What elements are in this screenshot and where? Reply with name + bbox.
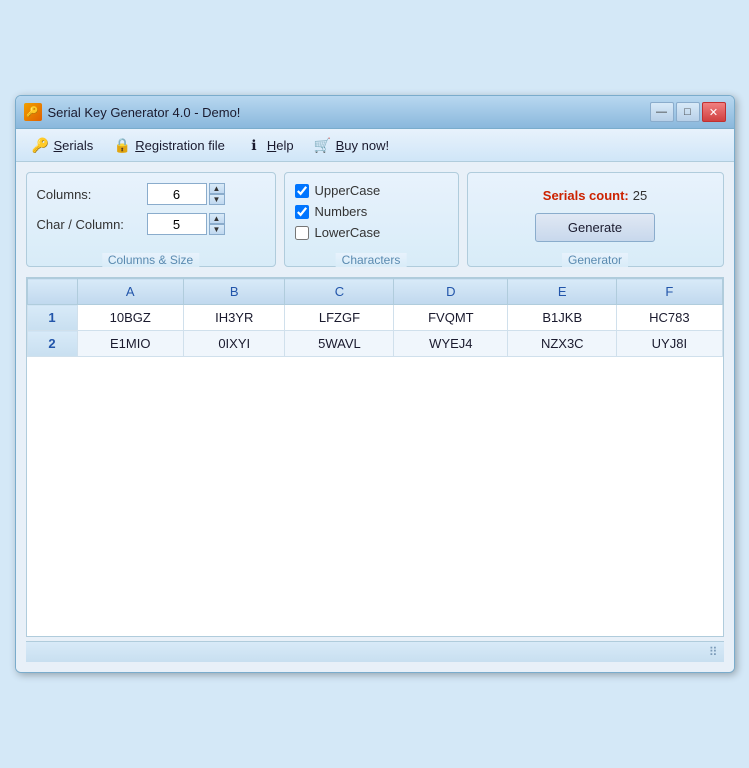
table-cell-c: 5WAVL [285, 331, 394, 357]
title-bar-left: 🔑 Serial Key Generator 4.0 - Demo! [24, 103, 241, 121]
table-header-row: A B C D E F [27, 279, 722, 305]
lowercase-row: LowerCase [295, 225, 448, 240]
columns-spin: ▲ ▼ [209, 183, 225, 205]
characters-panel-title: Characters [336, 253, 407, 267]
serials-table: A B C D E F 1 10BGZ IH3YR LFZGF FVQMT B1… [27, 278, 723, 357]
table-cell-a: 10BGZ [77, 305, 183, 331]
char-column-input[interactable] [147, 213, 207, 235]
serials-count-label: Serials count: [543, 188, 629, 203]
menu-serials-label: Serials [54, 138, 94, 153]
menu-buy-now-label: Buy now! [336, 138, 389, 153]
table-header-d: D [394, 279, 508, 305]
menu-item-buy-now[interactable]: 🛒 Buy now! [306, 133, 397, 157]
char-column-spin: ▲ ▼ [209, 213, 225, 235]
char-column-spin-up[interactable]: ▲ [209, 213, 225, 224]
generate-button[interactable]: Generate [535, 213, 655, 242]
serials-table-container: A B C D E F 1 10BGZ IH3YR LFZGF FVQMT B1… [26, 277, 724, 637]
resize-grip: ⠿ [709, 645, 718, 659]
table-header-e: E [508, 279, 617, 305]
table-cell-d: WYEJ4 [394, 331, 508, 357]
table-header-c: C [285, 279, 394, 305]
columns-spin-up[interactable]: ▲ [209, 183, 225, 194]
table-cell-f: UYJ8I [617, 331, 722, 357]
window-title: Serial Key Generator 4.0 - Demo! [48, 105, 241, 120]
serials-count-value: 25 [633, 188, 647, 203]
status-bar: ⠿ [26, 641, 724, 662]
table-row: 2 E1MIO 0IXYI 5WAVL WYEJ4 NZX3C UYJ8I [27, 331, 722, 357]
minimize-button[interactable]: — [650, 102, 674, 122]
uppercase-row: UpperCase [295, 183, 448, 198]
menu-help-label: Help [267, 138, 294, 153]
menu-bar: 🔑 Serials 🔒 Registration file ℹ Help 🛒 B… [16, 129, 734, 162]
table-header-f: F [617, 279, 722, 305]
table-cell-b: IH3YR [183, 305, 285, 331]
title-buttons: — □ ✕ [650, 102, 726, 122]
columns-input-group: ▲ ▼ [147, 183, 225, 205]
app-icon: 🔑 [24, 103, 42, 121]
generator-panel-title: Generator [562, 253, 628, 267]
serials-icon: 🔑 [32, 136, 50, 154]
uppercase-checkbox[interactable] [295, 184, 309, 198]
maximize-button[interactable]: □ [676, 102, 700, 122]
columns-field-row: Columns: ▲ ▼ [37, 183, 265, 205]
numbers-row: Numbers [295, 204, 448, 219]
columns-input[interactable] [147, 183, 207, 205]
table-header-rownum [27, 279, 77, 305]
columns-size-panel-title: Columns & Size [102, 253, 199, 267]
uppercase-label: UpperCase [315, 183, 381, 198]
char-column-input-group: ▲ ▼ [147, 213, 225, 235]
columns-size-panel: Columns: ▲ ▼ Char / Column: ▲ [26, 172, 276, 267]
table-cell-a: E1MIO [77, 331, 183, 357]
table-header-b: B [183, 279, 285, 305]
registration-file-icon: 🔒 [113, 136, 131, 154]
columns-label: Columns: [37, 187, 147, 202]
table-cell-rownum: 1 [27, 305, 77, 331]
menu-item-registration-file[interactable]: 🔒 Registration file [105, 133, 233, 157]
panels-row: Columns: ▲ ▼ Char / Column: ▲ [26, 172, 724, 267]
lowercase-label: LowerCase [315, 225, 381, 240]
characters-panel: UpperCase Numbers LowerCase Characters [284, 172, 459, 267]
menu-item-help[interactable]: ℹ Help [237, 133, 302, 157]
menu-registration-label: Registration file [135, 138, 225, 153]
generator-panel: Serials count: 25 Generate Generator [467, 172, 724, 267]
table-row: 1 10BGZ IH3YR LFZGF FVQMT B1JKB HC783 [27, 305, 722, 331]
columns-spin-down[interactable]: ▼ [209, 194, 225, 205]
table-cell-d: FVQMT [394, 305, 508, 331]
menu-item-serials[interactable]: 🔑 Serials [24, 133, 102, 157]
char-column-label: Char / Column: [37, 217, 147, 232]
table-header-a: A [77, 279, 183, 305]
table-cell-c: LFZGF [285, 305, 394, 331]
char-column-field-row: Char / Column: ▲ ▼ [37, 213, 265, 235]
lowercase-checkbox[interactable] [295, 226, 309, 240]
serials-count-row: Serials count: 25 [543, 188, 647, 203]
table-cell-rownum: 2 [27, 331, 77, 357]
buy-now-icon: 🛒 [314, 136, 332, 154]
numbers-checkbox[interactable] [295, 205, 309, 219]
main-content: Columns: ▲ ▼ Char / Column: ▲ [16, 162, 734, 672]
table-cell-e: NZX3C [508, 331, 617, 357]
numbers-label: Numbers [315, 204, 368, 219]
table-cell-f: HC783 [617, 305, 722, 331]
table-cell-b: 0IXYI [183, 331, 285, 357]
title-bar: 🔑 Serial Key Generator 4.0 - Demo! — □ ✕ [16, 96, 734, 129]
table-cell-e: B1JKB [508, 305, 617, 331]
char-column-spin-down[interactable]: ▼ [209, 224, 225, 235]
help-icon: ℹ [245, 136, 263, 154]
close-button[interactable]: ✕ [702, 102, 726, 122]
main-window: 🔑 Serial Key Generator 4.0 - Demo! — □ ✕… [15, 95, 735, 673]
